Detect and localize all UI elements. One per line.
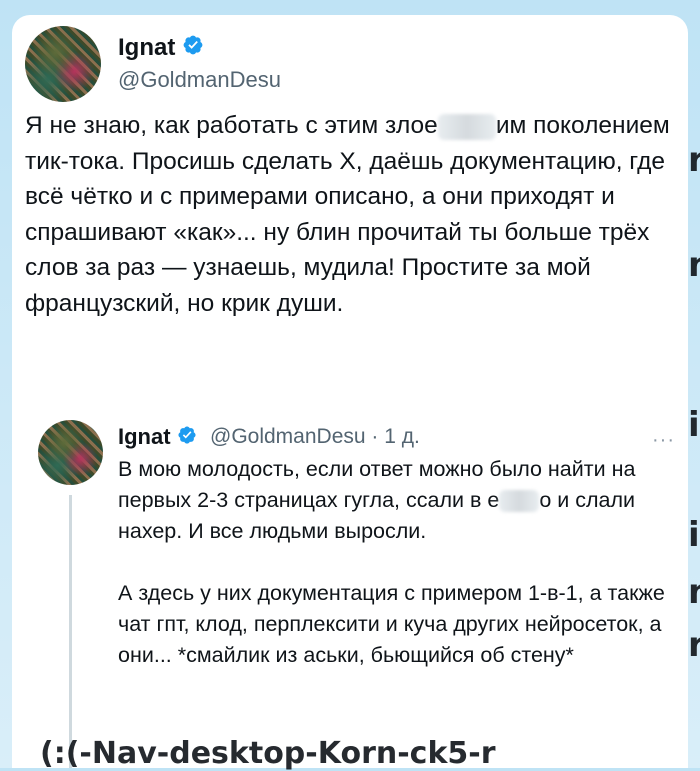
censored-blur <box>499 490 540 513</box>
author-name-row[interactable]: Ignat <box>118 34 204 63</box>
author-name[interactable]: Ignat <box>118 34 175 61</box>
tweet-text-part1: Я не знаю, как работать с этим злое <box>25 112 438 139</box>
quoted-author-name[interactable]: Ignat <box>118 424 171 449</box>
bg-fragment: i <box>688 515 700 555</box>
avatar[interactable] <box>25 26 101 102</box>
quoted-avatar[interactable] <box>38 420 103 485</box>
quoted-paragraph-2: А здесь у них документация с примером 1-… <box>118 581 665 667</box>
verified-badge-icon <box>177 425 197 451</box>
tweet-card: Ignat @GoldmanDesu Я не знаю, как работа… <box>12 15 688 768</box>
quoted-handle[interactable]: @GoldmanDesu <box>210 425 366 448</box>
quoted-meta: @GoldmanDesu · 1 д. <box>210 425 420 449</box>
verified-badge-icon <box>182 34 204 63</box>
more-options-icon[interactable]: ··· <box>652 429 675 452</box>
bg-fragment: (:(-Nav-desktop-Korn-ck5-r <box>40 736 496 771</box>
thread-line <box>69 495 72 768</box>
bg-fragment: n <box>688 245 700 285</box>
quoted-author-row[interactable]: Ignat <box>118 424 197 451</box>
quoted-paragraph-1: В мою молодость, если ответ можно было н… <box>118 454 678 547</box>
tweet-text: Я не знаю, как работать с этим злое им по… <box>25 108 675 321</box>
quoted-tweet-text: В мою молодость, если ответ можно было н… <box>118 454 678 671</box>
censored-blur <box>437 113 496 140</box>
meta-separator: · <box>371 425 379 448</box>
bg-fragment: n <box>688 572 700 612</box>
author-handle[interactable]: @GoldmanDesu <box>118 67 281 93</box>
tweet-timestamp[interactable]: 1 д. <box>384 425 420 448</box>
bg-fragment: i <box>688 405 700 445</box>
bg-fragment: r <box>688 140 700 180</box>
bg-fragment: r <box>688 625 700 665</box>
tweet-text-part2: им поколением тик-тока. Просишь сделать … <box>25 112 670 317</box>
